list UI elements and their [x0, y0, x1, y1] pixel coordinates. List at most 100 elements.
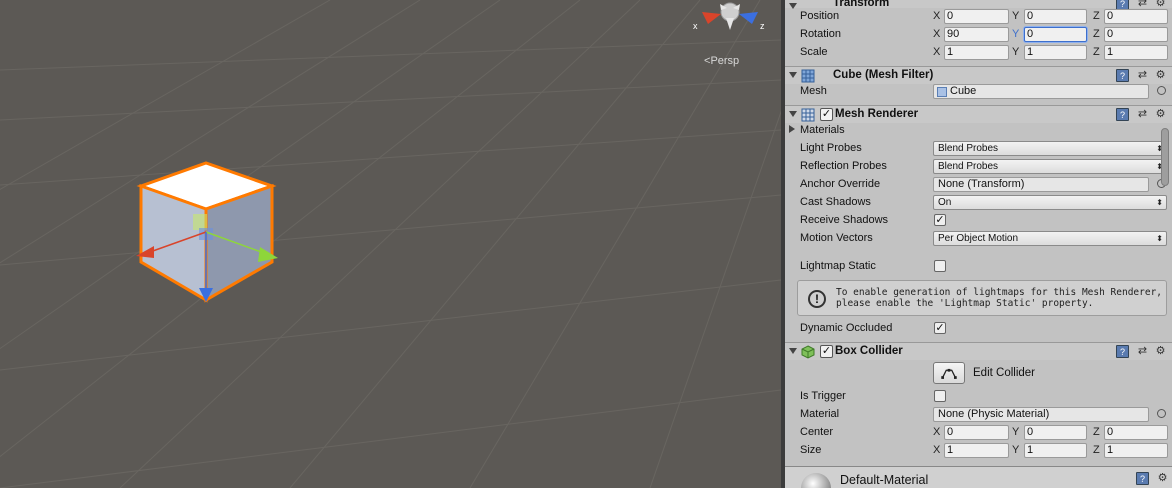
rotation-label: Rotation: [800, 28, 841, 40]
size-row: Size X 1 Y 1 Z 1: [785, 442, 1172, 460]
lightmap-help-box: ! To enable generation of lightmaps for …: [797, 280, 1167, 316]
rotation-x-field[interactable]: 90: [944, 27, 1009, 42]
is-trigger-row: Is Trigger: [785, 388, 1172, 406]
foldout-icon[interactable]: [789, 348, 797, 354]
mesh-renderer-enabled-checkbox[interactable]: ✓: [820, 108, 833, 121]
y-axis-label: Y: [1012, 444, 1020, 456]
position-row: Position X 0 Y 0 Z 0: [785, 8, 1172, 26]
receive-shadows-row: Receive Shadows ✓: [785, 212, 1172, 230]
box-collider-header[interactable]: ✓ Box Collider ? ⇄ ⚙: [785, 342, 1172, 360]
gizmo-z-label: z: [760, 21, 765, 31]
mesh-row: Mesh Cube: [785, 83, 1172, 101]
help-book-icon[interactable]: ?: [1136, 472, 1149, 485]
help-book-icon[interactable]: ?: [1116, 108, 1129, 121]
cast-shadows-dropdown[interactable]: On ⬍: [933, 195, 1167, 210]
info-icon: !: [808, 290, 826, 308]
size-x-field[interactable]: 1: [944, 443, 1009, 458]
scene-view[interactable]: x z <Persp: [0, 0, 781, 488]
size-y-field[interactable]: 1: [1024, 443, 1087, 458]
orientation-gizmo[interactable]: x z: [690, 0, 770, 40]
receive-shadows-checkbox[interactable]: ✓: [934, 214, 946, 226]
light-probes-dropdown[interactable]: Blend Probes ⬍: [933, 141, 1167, 156]
transform-header[interactable]: Transform ? ⇄ ⚙: [785, 0, 1172, 10]
lightmap-static-checkbox[interactable]: [934, 260, 946, 272]
mesh-renderer-icon: [801, 108, 815, 122]
dynamic-occluded-checkbox[interactable]: ✓: [934, 322, 946, 334]
z-axis-label: Z: [1093, 28, 1100, 40]
help-text: To enable generation of lightmaps for th…: [836, 287, 1163, 309]
motion-vectors-label: Motion Vectors: [800, 232, 873, 244]
preset-icon[interactable]: ⇄: [1136, 69, 1149, 82]
edit-collider-button[interactable]: [933, 362, 965, 384]
gizmo-x-label: x: [693, 21, 698, 31]
help-book-icon[interactable]: ?: [1116, 69, 1129, 82]
motion-vectors-value: Per Object Motion: [938, 233, 1019, 244]
gear-icon[interactable]: ⚙: [1156, 472, 1169, 485]
mesh-object-field[interactable]: Cube: [933, 84, 1149, 99]
mesh-renderer-title: Mesh Renderer: [835, 108, 919, 120]
gear-icon[interactable]: ⚙: [1154, 345, 1167, 358]
mesh-filter-header[interactable]: Cube (Mesh Filter) ? ⇄ ⚙: [785, 66, 1172, 84]
materials-label: Materials: [800, 124, 845, 136]
cast-shadows-label: Cast Shadows: [800, 196, 871, 208]
anchor-override-field[interactable]: None (Transform): [933, 177, 1149, 192]
projection-label: Persp: [710, 55, 740, 67]
preset-icon[interactable]: ⇄: [1136, 345, 1149, 358]
material-name: Default-Material: [840, 473, 929, 487]
foldout-icon[interactable]: [789, 111, 797, 117]
cast-shadows-row: Cast Shadows On ⬍: [785, 194, 1172, 212]
position-z-field[interactable]: 0: [1104, 9, 1168, 24]
y-axis-label: Y: [1012, 46, 1020, 58]
component-header-icons: ? ⇄ ⚙: [1116, 69, 1168, 83]
component-header-icons: ? ⇄ ⚙: [1116, 108, 1168, 122]
position-x-field[interactable]: 0: [944, 9, 1009, 24]
center-x-field[interactable]: 0: [944, 425, 1009, 440]
center-row: Center X 0 Y 0 Z 0: [785, 424, 1172, 442]
scale-z-field[interactable]: 1: [1104, 45, 1168, 60]
rotation-z-field[interactable]: 0: [1104, 27, 1168, 42]
position-label: Position: [800, 10, 840, 22]
dynamic-occluded-label: Dynamic Occluded: [800, 322, 893, 334]
light-probes-value: Blend Probes: [938, 143, 999, 154]
foldout-icon[interactable]: [789, 72, 797, 78]
object-picker-icon[interactable]: [1157, 409, 1166, 418]
reflection-probes-dropdown[interactable]: Blend Probes ⬍: [933, 159, 1167, 174]
reflection-probes-label: Reflection Probes: [800, 160, 887, 172]
center-z-field[interactable]: 0: [1104, 425, 1168, 440]
lightmap-static-label: Lightmap Static: [800, 260, 876, 272]
cast-shadows-value: On: [938, 197, 952, 208]
box-collider-enabled-checkbox[interactable]: ✓: [820, 345, 833, 358]
gear-icon[interactable]: ⚙: [1154, 69, 1167, 82]
materials-row[interactable]: Materials: [785, 122, 1172, 140]
projection-toggle[interactable]: <Persp: [704, 55, 739, 67]
inspector-scrollbar[interactable]: [1161, 128, 1169, 186]
motion-vectors-row: Motion Vectors Per Object Motion ⬍: [785, 230, 1172, 248]
foldout-icon[interactable]: [789, 125, 795, 133]
z-axis-label: Z: [1093, 444, 1100, 456]
motion-vectors-dropdown[interactable]: Per Object Motion ⬍: [933, 231, 1167, 246]
mesh-filter-icon: [801, 69, 815, 83]
mesh-grid-icon: [937, 87, 947, 97]
gear-icon[interactable]: ⚙: [1154, 108, 1167, 121]
material-header[interactable]: Default-Material ? ⚙: [785, 466, 1172, 488]
center-y-field[interactable]: 0: [1024, 425, 1087, 440]
physic-material-field[interactable]: None (Physic Material): [933, 407, 1149, 422]
is-trigger-checkbox[interactable]: [934, 390, 946, 402]
scale-y-field[interactable]: 1: [1024, 45, 1087, 60]
scale-x-field[interactable]: 1: [944, 45, 1009, 60]
preset-icon[interactable]: ⇄: [1136, 108, 1149, 121]
x-axis-label: X: [933, 28, 941, 40]
edit-collider-icon: [941, 368, 957, 379]
rotation-y-field[interactable]: 0: [1024, 27, 1087, 42]
size-z-field[interactable]: 1: [1104, 443, 1168, 458]
mesh-label: Mesh: [800, 85, 827, 97]
help-book-icon[interactable]: ?: [1116, 345, 1129, 358]
y-axis-label: Y: [1012, 426, 1020, 438]
position-y-field[interactable]: 0: [1024, 9, 1087, 24]
object-picker-icon[interactable]: [1157, 86, 1166, 95]
x-axis-label: X: [933, 444, 941, 456]
anchor-override-row: Anchor Override None (Transform): [785, 176, 1172, 194]
scale-label: Scale: [800, 46, 828, 58]
z-axis-label: Z: [1093, 426, 1100, 438]
mesh-renderer-header[interactable]: ✓ Mesh Renderer ? ⇄ ⚙: [785, 105, 1172, 123]
